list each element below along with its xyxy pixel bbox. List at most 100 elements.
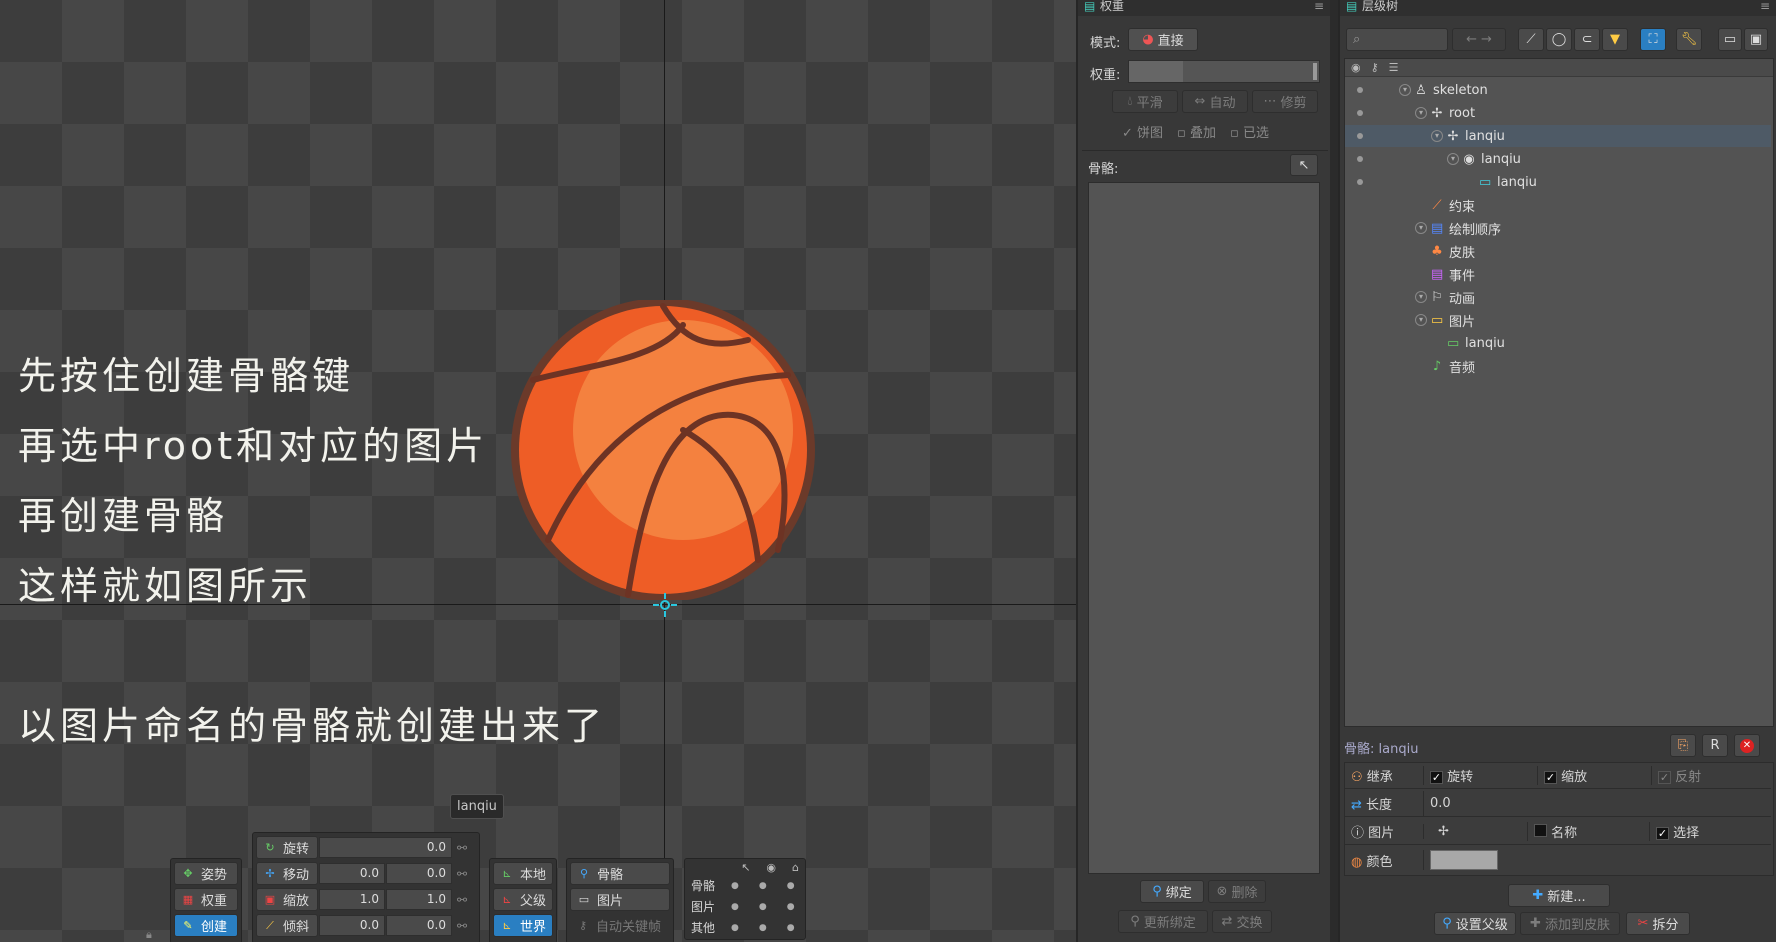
rotate-tool-button[interactable]: ↻ 旋转 xyxy=(256,836,318,859)
create-mode-button[interactable]: ✎ 创建 xyxy=(174,914,238,937)
visibility-dot[interactable] xyxy=(1357,110,1363,116)
bone-origin-marker[interactable] xyxy=(650,590,680,620)
animation-icon: ⚐ xyxy=(1431,289,1443,305)
translate-x-value[interactable]: 0.0 xyxy=(319,863,385,884)
delete-bone-button[interactable]: ✕ xyxy=(1734,734,1760,757)
add-to-skin-button[interactable]: ✚ 添加到皮肤 xyxy=(1520,912,1620,935)
shear-x-value[interactable]: 0.0 xyxy=(319,915,385,936)
expand-toggle[interactable]: ▾ xyxy=(1415,107,1427,119)
bind-button[interactable]: ⚲ 绑定 xyxy=(1140,880,1204,903)
expand-toggle[interactable]: ▾ xyxy=(1399,84,1411,96)
prune-button[interactable]: ⋯ 修剪 xyxy=(1252,90,1318,113)
tree-item-bone[interactable]: ▾ ✢ root xyxy=(1345,102,1771,124)
tree-item-bone[interactable]: ▾ ✢ lanqiu xyxy=(1345,125,1771,147)
tree-item-label: 音频 xyxy=(1449,360,1476,376)
visibility-dot[interactable] xyxy=(1357,156,1363,162)
filter-attachments-button[interactable]: ⊂ xyxy=(1574,28,1600,51)
tree-item-image[interactable]: ▭ lanqiu xyxy=(1345,332,1771,354)
world-axes-button[interactable]: ⊾ 世界 xyxy=(493,914,553,937)
new-button[interactable]: ✚ 新建... xyxy=(1508,884,1610,907)
images-compensate-button[interactable]: ▭ 图片 xyxy=(570,888,670,911)
show-name-checkbox[interactable]: 名称 xyxy=(1527,822,1649,841)
tree-view[interactable]: ◉ ⚷ ☰ ▾ ♙ skeleton ▾ ✢ root ▾ ✢ lanqiu ▾ ◉ lanqiu ▭ lan… xyxy=(1344,58,1774,727)
overlay-option[interactable]: ▫ 叠加 xyxy=(1177,122,1216,141)
scale-y-value[interactable]: 1.0 xyxy=(386,889,452,910)
visibility-dot[interactable] xyxy=(1357,179,1363,185)
auto-key-button[interactable]: ⚷ 自动关键帧 xyxy=(570,914,670,937)
tree-item-images[interactable]: ▾ ▭ 图片 xyxy=(1345,309,1771,331)
remove-button[interactable]: ⊗ 删除 xyxy=(1208,880,1266,903)
tree-nav-buttons[interactable]: ← → xyxy=(1452,28,1506,51)
selected-option[interactable]: ▫ 已选 xyxy=(1230,122,1269,141)
translate-y-value[interactable]: 0.0 xyxy=(386,863,452,884)
tree-item-animation[interactable]: ▾ ⚐ 动画 xyxy=(1345,286,1771,308)
local-axes-button[interactable]: ⊾ 本地 xyxy=(493,862,553,885)
tree-search-input[interactable]: ⌕ xyxy=(1346,28,1448,51)
color-swatch[interactable] xyxy=(1430,850,1498,870)
tree-item-skeleton[interactable]: ▾ ♙ skeleton xyxy=(1345,79,1771,101)
settings-button[interactable]: 🔧︎ xyxy=(1676,28,1702,51)
filter-constraints-button[interactable]: ▼ xyxy=(1602,28,1628,51)
filter-icon: ▼ xyxy=(1610,32,1620,47)
scale-tool-button[interactable]: ▣ 缩放 xyxy=(256,888,318,911)
auto-button[interactable]: ⇔ 自动 xyxy=(1182,90,1248,113)
selectable-checkbox[interactable]: ✓ 选择 xyxy=(1649,822,1769,841)
expand-toggle[interactable]: ▾ xyxy=(1415,314,1427,326)
filter-bones-button[interactable]: ⟋ xyxy=(1518,28,1544,51)
inherit-reflect-checkbox[interactable]: ✓ 反射 xyxy=(1651,766,1765,785)
menu-icon[interactable]: ≡ xyxy=(1760,0,1770,12)
key-icon[interactable]: ⚷ xyxy=(1371,61,1379,74)
basketball-image[interactable] xyxy=(508,300,818,600)
bone-icon-picker[interactable]: ✢ xyxy=(1423,824,1527,839)
expand-toggle[interactable]: ▾ xyxy=(1415,222,1427,234)
tree-item-event[interactable]: ▤ 事件 xyxy=(1345,263,1771,285)
image-row: ⓘ 图片 ✢ 名称 ✓ 选择 xyxy=(1345,819,1771,845)
hierarchy-icon[interactable]: ☰ xyxy=(1389,61,1399,74)
inherit-rotation-checkbox[interactable]: ✓ 旋转 xyxy=(1423,766,1537,785)
filter-slots-button[interactable]: ◯ xyxy=(1546,28,1572,51)
visibility-dot[interactable] xyxy=(1357,133,1363,139)
tree-item-slot[interactable]: ▾ ◉ lanqiu xyxy=(1345,148,1771,170)
mode-dropdown[interactable]: ◕ 直接 xyxy=(1128,28,1198,51)
canvas-viewport[interactable]: 先按住创建骨骼键 再选中root和对应的图片 再创建骨骼 这样就如图所示 以图片… xyxy=(0,0,1076,942)
tree-item-skin[interactable]: ♣ 皮肤 xyxy=(1345,240,1771,262)
inherit-scale-checkbox[interactable]: ✓ 缩放 xyxy=(1537,766,1651,785)
expand-toggle[interactable]: ▾ xyxy=(1431,130,1443,142)
collapse-button[interactable]: ▭ xyxy=(1718,28,1742,51)
smooth-button[interactable]: 💧︎ 平滑 xyxy=(1112,90,1178,113)
expand-toggle[interactable]: ▾ xyxy=(1447,153,1459,165)
pick-bone-button[interactable]: ↖ xyxy=(1290,154,1318,176)
copy-bone-button[interactable]: ⎘ xyxy=(1670,734,1696,757)
menu-icon[interactable]: ≡ xyxy=(1314,0,1324,12)
bones-list[interactable] xyxy=(1088,182,1320,874)
tree-item-attachment[interactable]: ▭ lanqiu xyxy=(1345,171,1771,193)
tree-item-audio[interactable]: ♪ 音频 xyxy=(1345,355,1771,377)
length-input[interactable]: 0.0 xyxy=(1423,791,1771,816)
pose-mode-button[interactable]: ✥ 姿势 xyxy=(174,862,238,885)
update-binding-button[interactable]: ⚲ 更新绑定 xyxy=(1118,910,1208,933)
swap-button[interactable]: ⇄ 交换 xyxy=(1212,910,1272,933)
weight-slider[interactable] xyxy=(1128,60,1320,83)
color-field xyxy=(1423,850,1771,870)
set-parent-button[interactable]: ⚲ 设置父级 xyxy=(1434,912,1516,935)
expand-toggle[interactable]: ▾ xyxy=(1415,291,1427,303)
pie-chart-option[interactable]: ✓ 饼图 xyxy=(1122,122,1163,141)
tree-item-constraint[interactable]: ⟋ 约束 xyxy=(1345,194,1771,216)
tree-item-draw-order[interactable]: ▾ ▤ 绘制顺序 xyxy=(1345,217,1771,239)
rename-bone-button[interactable]: R xyxy=(1702,734,1728,757)
focus-button[interactable]: ⛶ xyxy=(1640,28,1666,51)
tutorial-note-1: 先按住创建骨骼键 xyxy=(18,354,355,398)
scale-x-value[interactable]: 1.0 xyxy=(319,889,385,910)
lock-icon[interactable]: 🔒︎ xyxy=(146,928,152,942)
eye-icon[interactable]: ◉ xyxy=(1351,61,1361,74)
shear-y-value[interactable]: 0.0 xyxy=(386,915,452,936)
weights-mode-button[interactable]: ▦ 权重 xyxy=(174,888,238,911)
bones-compensate-button[interactable]: ⚲ 骨骼 xyxy=(570,862,670,885)
translate-tool-button[interactable]: ✢ 移动 xyxy=(256,862,318,885)
parent-axes-button[interactable]: ⊾ 父级 xyxy=(493,888,553,911)
split-button[interactable]: ✂ 拆分 xyxy=(1626,912,1690,935)
shear-tool-button[interactable]: ⟋ 倾斜 xyxy=(256,914,318,937)
expand-button[interactable]: ▣ xyxy=(1744,28,1768,51)
rotate-value[interactable]: 0.0 xyxy=(319,837,452,858)
visibility-dot[interactable] xyxy=(1357,87,1363,93)
